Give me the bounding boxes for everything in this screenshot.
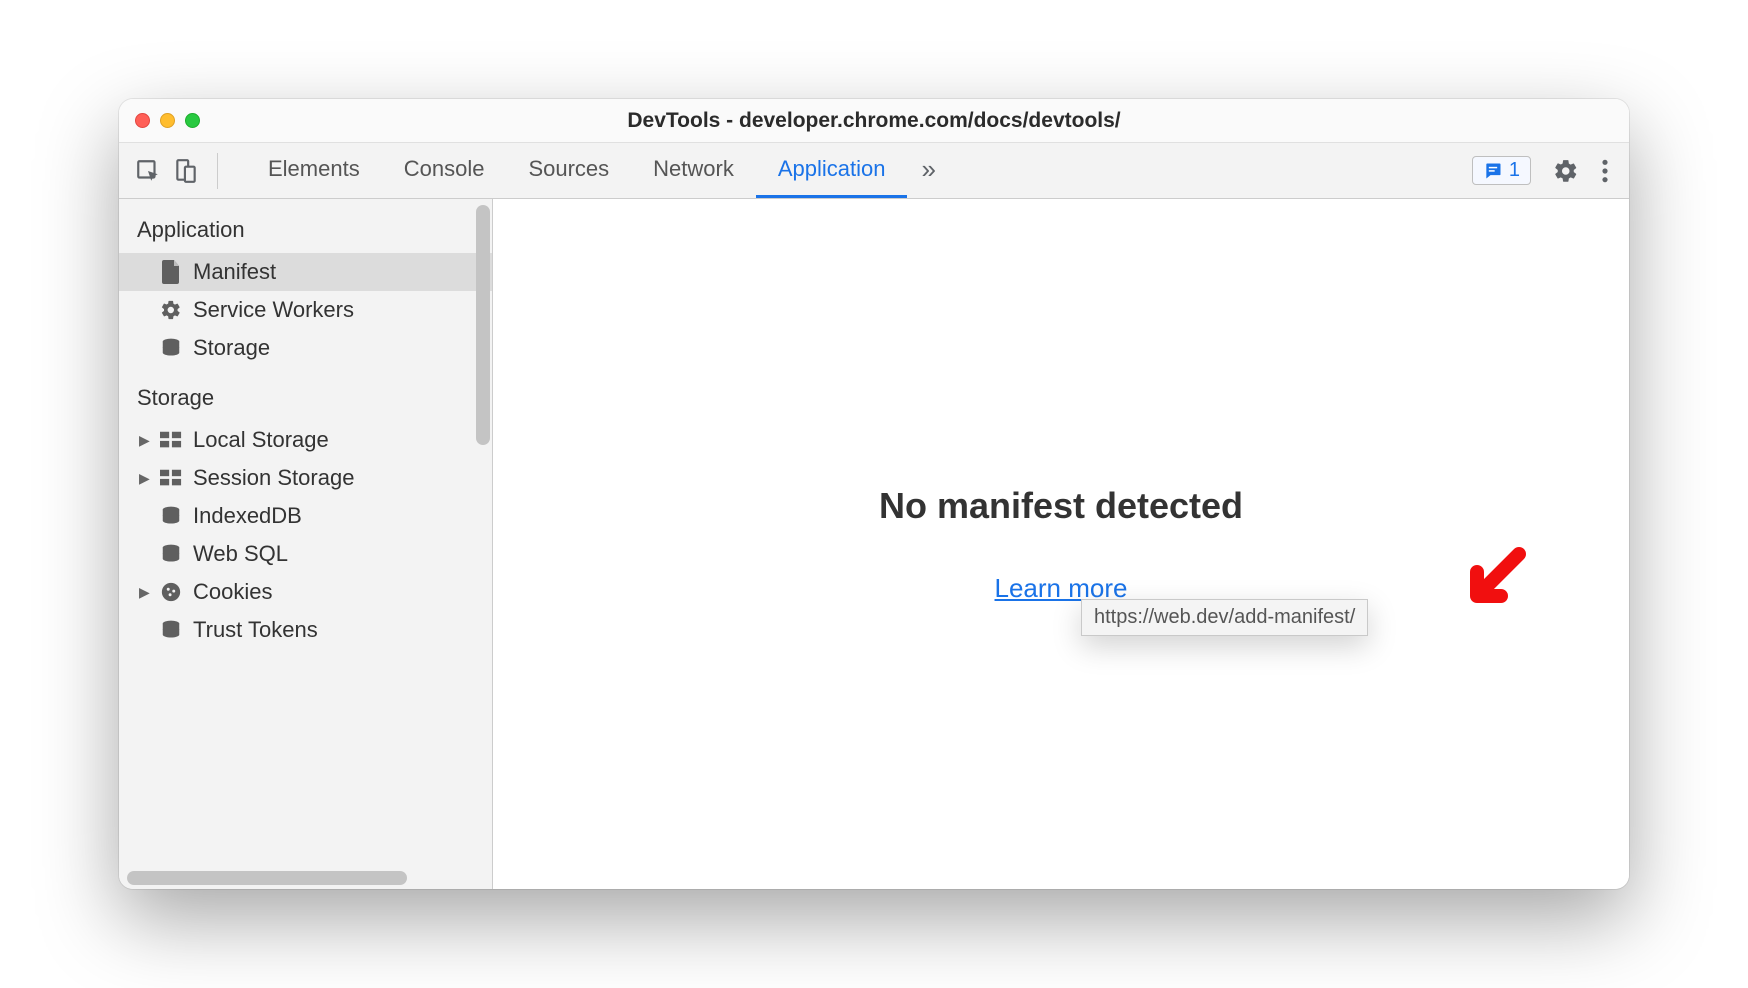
application-sidebar: Application Manifest Service Workers Sto… — [119, 199, 493, 889]
sidebar-item-label: Service Workers — [193, 297, 354, 323]
tab-sources[interactable]: Sources — [506, 143, 631, 198]
section-storage-title: Storage — [119, 367, 492, 421]
gear-icon — [159, 299, 183, 321]
sidebar-item-trust-tokens[interactable]: Trust Tokens — [119, 611, 492, 649]
maximize-window-button[interactable] — [185, 113, 200, 128]
database-icon — [159, 505, 183, 527]
expand-arrow-icon[interactable]: ▶ — [139, 432, 151, 449]
close-window-button[interactable] — [135, 113, 150, 128]
sidebar-item-label: Trust Tokens — [193, 617, 318, 643]
devtools-window: DevTools - developer.chrome.com/docs/dev… — [119, 99, 1629, 889]
settings-icon[interactable] — [1553, 158, 1579, 184]
file-icon — [159, 260, 183, 284]
database-icon — [159, 337, 183, 359]
sidebar-item-web-sql[interactable]: Web SQL — [119, 535, 492, 573]
database-icon — [159, 619, 183, 641]
device-toggle-icon[interactable] — [173, 158, 199, 184]
tab-console[interactable]: Console — [382, 143, 507, 198]
sidebar-item-service-workers[interactable]: Service Workers — [119, 291, 492, 329]
window-title: DevTools - developer.chrome.com/docs/dev… — [119, 109, 1629, 133]
expand-arrow-icon[interactable]: ▶ — [139, 470, 151, 487]
minimize-window-button[interactable] — [160, 113, 175, 128]
sidebar-item-indexeddb[interactable]: IndexedDB — [119, 497, 492, 535]
tab-application[interactable]: Application — [756, 143, 908, 198]
separator — [217, 153, 218, 189]
sidebar-item-label: Session Storage — [193, 465, 354, 491]
table-icon — [159, 469, 183, 487]
sidebar-item-label: Manifest — [193, 259, 276, 285]
section-application-title: Application — [119, 199, 492, 253]
tab-network[interactable]: Network — [631, 143, 756, 198]
window-controls — [135, 113, 200, 128]
sidebar-item-storage[interactable]: Storage — [119, 329, 492, 367]
more-tabs-button[interactable]: » — [907, 143, 949, 198]
horizontal-scrollbar[interactable] — [127, 871, 407, 885]
content-area: Application Manifest Service Workers Sto… — [119, 199, 1629, 889]
sidebar-item-label: Local Storage — [193, 427, 329, 453]
main-toolbar: Elements Console Sources Network Applica… — [119, 143, 1629, 199]
link-tooltip: https://web.dev/add-manifest/ — [1081, 599, 1368, 636]
sidebar-item-label: Storage — [193, 335, 270, 361]
manifest-panel: No manifest detected Learn more https://… — [493, 199, 1629, 889]
sidebar-item-cookies[interactable]: ▶ Cookies — [119, 573, 492, 611]
toolbar-left — [119, 143, 234, 198]
inspect-element-icon[interactable] — [135, 158, 161, 184]
tab-elements[interactable]: Elements — [246, 143, 382, 198]
sidebar-item-label: Web SQL — [193, 541, 288, 567]
titlebar: DevTools - developer.chrome.com/docs/dev… — [119, 99, 1629, 143]
annotation-arrow-icon — [1459, 544, 1529, 614]
sidebar-item-local-storage[interactable]: ▶ Local Storage — [119, 421, 492, 459]
sidebar-item-label: Cookies — [193, 579, 272, 605]
issues-badge[interactable]: 1 — [1472, 156, 1531, 185]
sidebar-item-manifest[interactable]: Manifest — [119, 253, 492, 291]
more-options-icon[interactable] — [1601, 158, 1609, 184]
toolbar-right: 1 — [1452, 156, 1629, 185]
cookie-icon — [159, 581, 183, 603]
table-icon — [159, 431, 183, 449]
vertical-scrollbar[interactable] — [476, 205, 490, 445]
database-icon — [159, 543, 183, 565]
sidebar-item-session-storage[interactable]: ▶ Session Storage — [119, 459, 492, 497]
panel-tabs: Elements Console Sources Network Applica… — [246, 143, 1452, 198]
chat-icon — [1483, 161, 1503, 181]
sidebar-item-label: IndexedDB — [193, 503, 302, 529]
empty-state-heading: No manifest detected — [879, 485, 1243, 527]
issues-count: 1 — [1509, 159, 1520, 182]
expand-arrow-icon[interactable]: ▶ — [139, 584, 151, 601]
